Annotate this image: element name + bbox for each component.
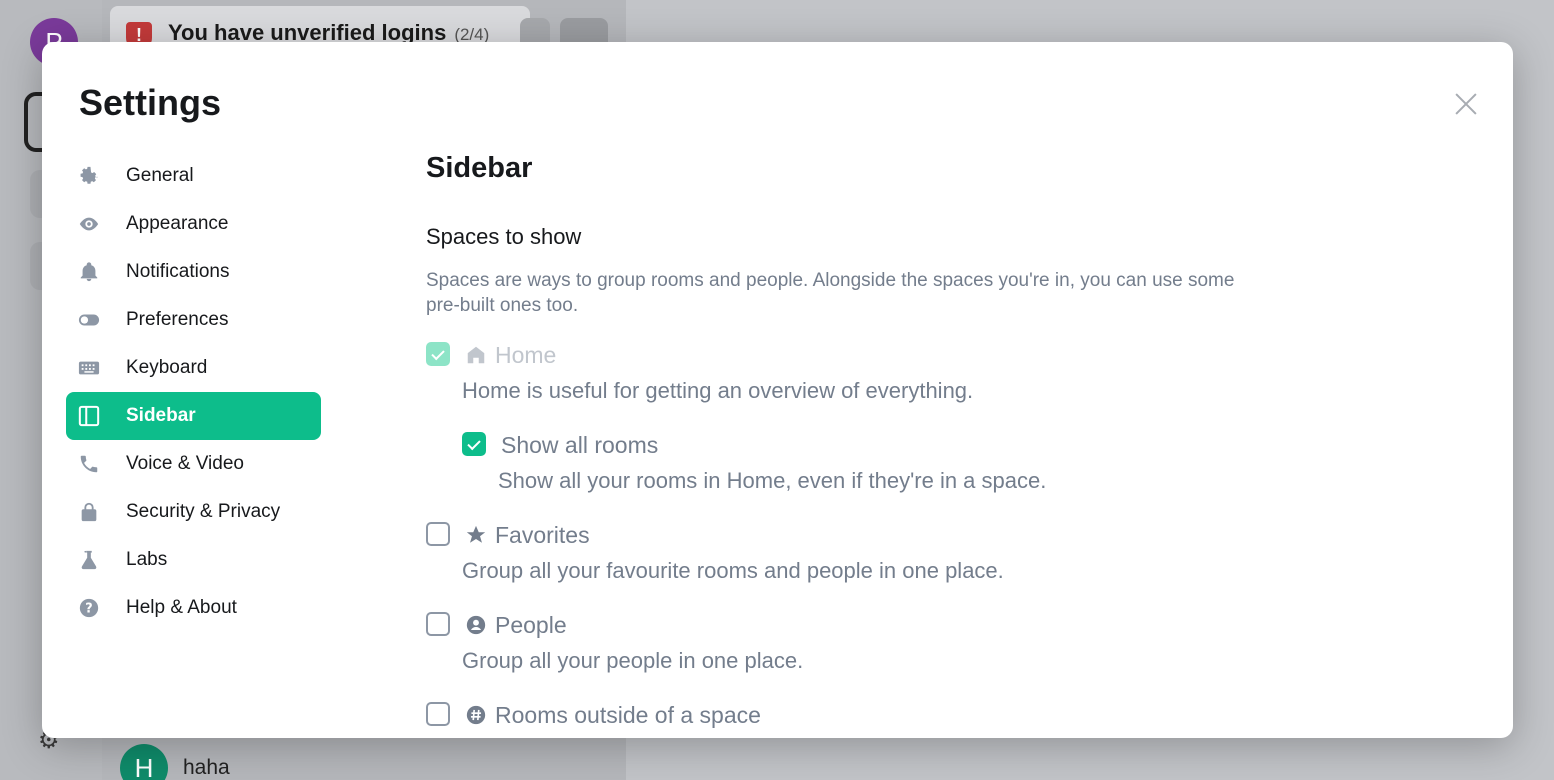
spaces-description: Spaces are ways to group rooms and peopl… [426, 270, 1235, 316]
nav-item-keyboard[interactable]: Keyboard [66, 344, 321, 392]
person-icon [464, 613, 488, 637]
nav-item-general[interactable]: General [66, 152, 321, 200]
settings-nav: General Appearance Notifications Prefere… [66, 152, 321, 632]
sidebar-icon [78, 405, 100, 427]
nav-label: Sidebar [126, 405, 196, 426]
hash-icon [464, 703, 488, 727]
close-icon[interactable] [1450, 88, 1482, 120]
help-icon: ? [78, 597, 100, 619]
people-checkbox[interactable] [426, 612, 450, 636]
option-description: Group all your favourite rooms and peopl… [462, 558, 1004, 583]
option-label: People [495, 612, 567, 638]
flask-icon [78, 549, 100, 571]
nav-item-voice-video[interactable]: Voice & Video [66, 440, 321, 488]
bell-icon [78, 261, 100, 283]
nav-label: Security & Privacy [126, 501, 281, 522]
nav-label: General [126, 165, 194, 186]
toggle-icon [78, 309, 100, 331]
dialog-title: Settings [79, 82, 222, 123]
show-all-rooms-checkbox[interactable] [462, 432, 486, 456]
section-title: Sidebar [426, 152, 533, 184]
nav-label: Labs [126, 549, 168, 570]
option-label: Show all rooms [501, 432, 659, 458]
nav-item-sidebar[interactable]: Sidebar [66, 392, 321, 440]
nav-label: Preferences [126, 309, 229, 330]
home-checkbox[interactable] [426, 342, 450, 366]
nav-label: Keyboard [126, 357, 208, 378]
nav-item-preferences[interactable]: Preferences [66, 296, 321, 344]
room-name[interactable]: haha [183, 756, 230, 780]
option-description: Group all your people in one place. [462, 648, 804, 673]
favorites-checkbox[interactable] [426, 522, 450, 546]
option-label: Rooms outside of a space [495, 702, 761, 728]
lock-icon [78, 501, 100, 523]
nav-item-appearance[interactable]: Appearance [66, 200, 321, 248]
settings-dialog: Settings General Appearance Notification… [42, 42, 1513, 738]
gear-icon [78, 165, 100, 187]
rooms-outside-checkbox[interactable] [426, 702, 450, 726]
nav-label: Help & About [126, 597, 237, 618]
nav-item-help-about[interactable]: ? Help & About [66, 584, 321, 632]
nav-label: Voice & Video [126, 453, 244, 474]
spaces-to-show-heading: Spaces to show [426, 224, 582, 249]
nav-item-security-privacy[interactable]: Security & Privacy [66, 488, 321, 536]
option-description: Show all your rooms in Home, even if the… [498, 468, 1047, 493]
eye-icon [78, 213, 100, 235]
keyboard-icon [78, 357, 100, 379]
nav-item-labs[interactable]: Labs [66, 536, 321, 584]
phone-icon [78, 453, 100, 475]
home-icon [464, 343, 488, 367]
nav-label: Appearance [126, 213, 229, 234]
star-icon [464, 523, 488, 547]
option-label: Home [495, 342, 557, 368]
nav-label: Notifications [126, 261, 230, 282]
svg-text:?: ? [85, 602, 92, 617]
option-description: Home is useful for getting an overview o… [462, 378, 974, 403]
option-label: Favorites [495, 522, 590, 548]
nav-item-notifications[interactable]: Notifications [66, 248, 321, 296]
